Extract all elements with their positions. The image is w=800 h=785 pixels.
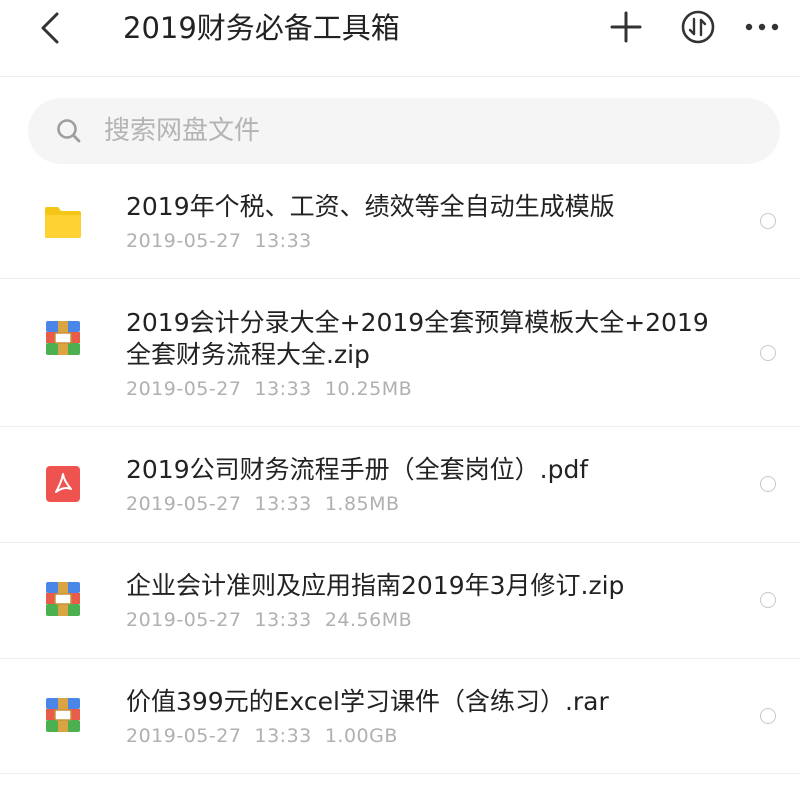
pdf-icon: [46, 466, 80, 502]
back-arrow-icon: [41, 12, 59, 44]
plus-icon: [610, 11, 642, 43]
search-icon: [56, 118, 82, 144]
folder-icon: [45, 207, 81, 238]
add-button[interactable]: [606, 7, 646, 47]
list-item[interactable]: 2019会计分录大全+2019全套预算模板大全+2019全套财务流程大全.zip…: [0, 279, 800, 427]
file-meta: 2019-05-27 13:33 24.56MB: [126, 609, 413, 631]
file-name: 2019会计分录大全+2019全套预算模板大全+2019全套财务流程大全.zip: [126, 308, 709, 369]
select-checkbox[interactable]: [760, 592, 776, 608]
more-dots-icon: [745, 23, 779, 31]
select-checkbox[interactable]: [760, 708, 776, 724]
archive-icon: [46, 582, 80, 616]
file-meta: 2019-05-27 13:33 1.00GB: [126, 725, 398, 747]
file-name: 企业会计准则及应用指南2019年3月修订.zip: [126, 571, 625, 600]
select-checkbox[interactable]: [760, 213, 776, 229]
sort-icon: [681, 10, 715, 44]
list-item[interactable]: 价值399元的Excel学习课件（含练习）.rar 2019-05-27 13:…: [0, 659, 800, 774]
list-item[interactable]: 2019公司财务流程手册（全套岗位）.pdf 2019-05-27 13:33 …: [0, 427, 800, 543]
list-item[interactable]: 2019年个税、工资、绩效等全自动生成模版 2019-05-27 13:33: [0, 164, 800, 279]
search-input[interactable]: [102, 110, 706, 152]
file-name: 价值399元的Excel学习课件（含练习）.rar: [126, 687, 609, 716]
search-bar[interactable]: [28, 98, 780, 164]
page-title: 2019财务必备工具箱: [123, 11, 400, 45]
top-bar: 2019财务必备工具箱: [0, 0, 800, 77]
select-checkbox[interactable]: [760, 476, 776, 492]
more-button[interactable]: [742, 7, 782, 47]
file-meta: 2019-05-27 13:33: [126, 230, 312, 252]
file-name: 2019年个税、工资、绩效等全自动生成模版: [126, 192, 615, 221]
file-list: 2019年个税、工资、绩效等全自动生成模版 2019-05-27 13:33 2…: [0, 164, 800, 774]
archive-icon: [46, 321, 80, 355]
file-name: 2019公司财务流程手册（全套岗位）.pdf: [126, 455, 589, 484]
sort-button[interactable]: [678, 7, 718, 47]
archive-icon: [46, 698, 80, 732]
list-item[interactable]: 企业会计准则及应用指南2019年3月修订.zip 2019-05-27 13:3…: [0, 543, 800, 659]
back-button[interactable]: [30, 8, 70, 48]
file-meta: 2019-05-27 13:33 1.85MB: [126, 493, 400, 515]
file-meta: 2019-05-27 13:33 10.25MB: [126, 378, 413, 400]
select-checkbox[interactable]: [760, 345, 776, 361]
